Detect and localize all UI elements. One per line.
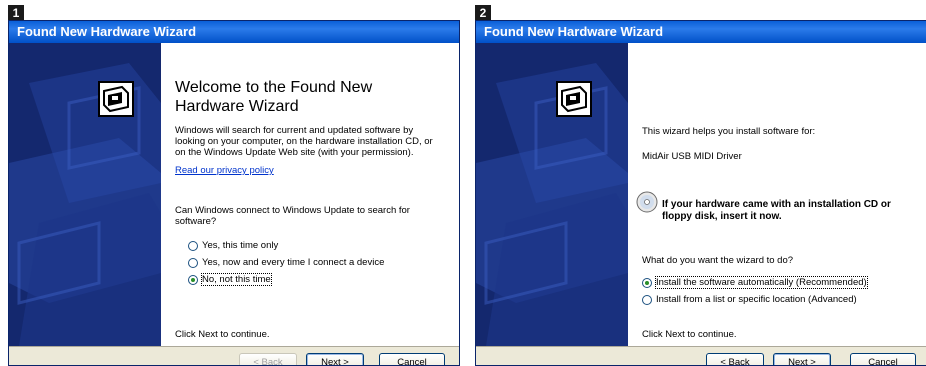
option-yes-this-time[interactable]: Yes, this time only bbox=[188, 240, 278, 251]
option-install-automatically[interactable]: Install the software automatically (Reco… bbox=[642, 276, 868, 289]
wizard-banner bbox=[9, 43, 161, 346]
window-titlebar[interactable]: Found New Hardware Wizard bbox=[476, 21, 926, 43]
step-badge-2: 2 bbox=[475, 5, 491, 21]
cancel-button[interactable]: Cancel bbox=[379, 353, 445, 365]
wizard-intro-text: Windows will search for current and upda… bbox=[175, 125, 433, 158]
radio-button[interactable] bbox=[188, 257, 198, 268]
cd-instruction: If your hardware came with an installati… bbox=[662, 199, 891, 222]
radio-button-selected[interactable] bbox=[188, 274, 198, 285]
wizard-button-bar: < Back Next > Cancel bbox=[476, 346, 926, 365]
back-button[interactable]: < Back bbox=[239, 353, 297, 365]
option-label: Install from a list or specific location… bbox=[656, 294, 857, 305]
option-install-from-list[interactable]: Install from a list or specific location… bbox=[642, 294, 857, 305]
hardware-card-icon bbox=[98, 81, 134, 117]
continue-instruction: Click Next to continue. bbox=[642, 329, 737, 340]
windows-update-question: Can Windows connect to Windows Update to… bbox=[175, 205, 410, 227]
wizard-content: Welcome to the Found New Hardware Wizard… bbox=[161, 43, 459, 346]
back-button[interactable]: < Back bbox=[706, 353, 764, 365]
banner-artwork bbox=[9, 43, 161, 346]
privacy-policy-link[interactable]: Read our privacy policy bbox=[175, 165, 274, 176]
option-label: Yes, this time only bbox=[202, 240, 279, 251]
wizard-window-2: Found New Hardware Wizard This wizard he… bbox=[475, 20, 926, 366]
hardware-card-icon bbox=[556, 81, 592, 117]
option-label: No, not this time bbox=[201, 273, 272, 286]
cancel-button[interactable]: Cancel bbox=[850, 353, 916, 365]
radio-button[interactable] bbox=[642, 294, 652, 305]
window-titlebar[interactable]: Found New Hardware Wizard bbox=[9, 21, 459, 43]
option-yes-every-time[interactable]: Yes, now and every time I connect a devi… bbox=[188, 257, 384, 268]
step-badge-1: 1 bbox=[8, 5, 24, 21]
wizard-window-1: Found New Hardware Wizard Welcome to the… bbox=[8, 20, 460, 366]
option-label: Yes, now and every time I connect a devi… bbox=[202, 257, 385, 268]
wizard-content: This wizard helps you install software f… bbox=[628, 43, 926, 346]
wizard-button-bar: < Back Next > Cancel bbox=[9, 346, 459, 365]
option-label: Install the software automatically (Reco… bbox=[655, 276, 868, 289]
banner-artwork bbox=[476, 43, 628, 346]
device-name: MidAir USB MIDI Driver bbox=[642, 151, 742, 162]
wizard-heading: Welcome to the Found New Hardware Wizard bbox=[175, 79, 373, 115]
option-no-not-this-time[interactable]: No, not this time bbox=[188, 273, 272, 286]
cd-icon bbox=[636, 191, 658, 213]
wizard-intro-text: This wizard helps you install software f… bbox=[642, 126, 816, 137]
next-button[interactable]: Next > bbox=[773, 353, 831, 365]
radio-button-selected[interactable] bbox=[642, 277, 652, 288]
wizard-banner bbox=[476, 43, 628, 346]
radio-button[interactable] bbox=[188, 240, 198, 251]
continue-instruction: Click Next to continue. bbox=[175, 329, 270, 340]
next-button[interactable]: Next > bbox=[306, 353, 364, 365]
wizard-question: What do you want the wizard to do? bbox=[642, 255, 794, 266]
